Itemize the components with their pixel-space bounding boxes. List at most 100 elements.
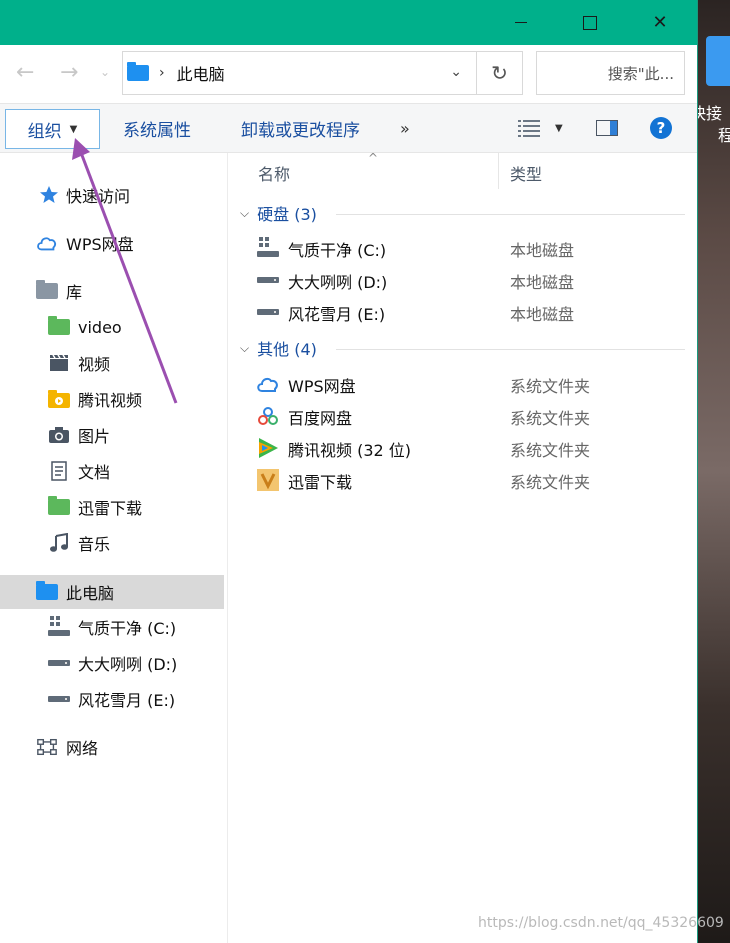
item-type: 本地磁盘 [510,305,575,324]
more-commands-button[interactable]: » [400,104,410,152]
drive-icon [256,268,280,292]
item-type: 本地磁盘 [510,241,575,260]
maximize-icon [583,15,597,30]
item-name: 百度网盘 [288,409,353,428]
organize-button[interactable]: 组织 ▼ [5,109,100,149]
change-view-button[interactable] [518,104,540,152]
chevron-down-icon: ⌵ [240,340,250,355]
nav-this-pc[interactable]: 此电脑 [0,575,224,609]
cloud-icon [256,372,280,396]
system-drive-icon [256,236,280,260]
list-item[interactable]: 腾讯视频 (32 位) 系统文件夹 [256,434,696,462]
caret-down-icon: ▼ [69,123,78,135]
chevron-down-icon[interactable]: ⌄ [450,64,462,80]
nav-library-music[interactable]: 音乐 [0,527,224,559]
item-type: 系统文件夹 [510,409,591,428]
recent-locations-button[interactable]: ⌄ [100,65,110,79]
item-name: 大大咧咧 (D:) [288,273,388,292]
forward-button[interactable]: → [60,60,78,85]
column-header-name[interactable]: 名称 [258,161,290,185]
sort-ascending-icon: ^ [368,151,379,165]
content-pane: ^ 名称 类型 ⌵ 硬盘 (3) 气质干净 (C:) 本地磁盘 大大咧咧 (D:… [228,151,697,943]
document-icon [48,460,70,482]
list-item[interactable]: 大大咧咧 (D:) 本地磁盘 [256,266,696,294]
address-path: 此电脑 [176,65,225,84]
nav-label: WPS网盘 [66,235,134,254]
system-properties-button[interactable]: 系统属性 [123,104,191,152]
group-label: 硬盘 (3) [257,205,317,224]
search-input[interactable]: 搜索"此... [536,51,685,95]
cloud-icon [36,232,58,254]
item-type: 系统文件夹 [510,441,591,460]
nav-library-videos[interactable]: 视频 [0,347,224,379]
nav-drive-c[interactable]: 气质干净 (C:) [0,611,224,643]
folder-icon [48,316,70,338]
close-button[interactable]: ✕ [637,0,683,45]
star-icon [38,184,60,206]
chevron-right-icon[interactable]: › [159,65,165,81]
nav-label: 风花雪月 (E:) [78,691,176,710]
item-type: 系统文件夹 [510,377,591,396]
nav-library-video-folder[interactable]: video [0,311,224,343]
refresh-icon: ↻ [491,61,508,85]
chevron-down-icon: ⌵ [240,205,250,220]
nav-label: 腾讯视频 [78,391,143,410]
refresh-button[interactable]: ↻ [477,51,523,95]
item-type: 本地磁盘 [510,273,575,292]
nav-label: 此电脑 [66,584,115,603]
list-item[interactable]: 风花雪月 (E:) 本地磁盘 [256,298,696,326]
group-header-other[interactable]: ⌵ 其他 (4) [240,336,317,360]
nav-library-tencent-video[interactable]: 腾讯视频 [0,383,224,415]
nav-drive-e[interactable]: 风花雪月 (E:) [0,683,224,715]
thunder-download-icon [256,468,280,492]
folder-icon [127,62,149,81]
item-name: 迅雷下载 [288,473,353,492]
item-name: 腾讯视频 (32 位) [288,441,412,460]
group-header-drives[interactable]: ⌵ 硬盘 (3) [240,201,317,225]
address-bar[interactable]: › 此电脑 ⌄ [122,51,477,95]
uninstall-button[interactable]: 卸载或更改程序 [241,104,360,152]
nav-library-pictures[interactable]: 图片 [0,419,224,451]
drive-icon [48,652,70,674]
list-item[interactable]: 气质干净 (C:) 本地磁盘 [256,234,696,262]
nav-label: 迅雷下载 [78,499,143,518]
this-pc-folder-icon [36,581,58,603]
list-item[interactable]: 百度网盘 系统文件夹 [256,402,696,430]
nav-library-documents[interactable]: 文档 [0,455,224,487]
library-icon [36,280,58,302]
group-divider [336,349,685,350]
column-header-type[interactable]: 类型 [510,161,542,185]
nav-network[interactable]: 网络 [0,731,224,763]
nav-wps-cloud[interactable]: WPS网盘 [0,227,224,259]
network-icon [36,736,58,758]
nav-drive-d[interactable]: 大大咧咧 (D:) [0,647,224,679]
nav-label: 气质干净 (C:) [78,619,177,638]
drive-icon [256,300,280,324]
column-headers: ^ 名称 类型 [228,151,697,193]
desktop-background: 快接 程 [698,0,730,943]
nav-label: 网络 [66,739,99,758]
column-divider[interactable] [498,153,499,189]
camera-icon [48,424,70,446]
nav-library[interactable]: 库 [0,275,224,307]
nav-label: 库 [66,283,83,302]
baidu-netdisk-icon [256,404,280,428]
nav-quick-access[interactable]: 快速访问 [0,179,224,211]
preview-pane-button[interactable] [596,104,618,152]
drive-icon [48,688,70,710]
list-item[interactable]: 迅雷下载 系统文件夹 [256,466,696,494]
nav-label: 图片 [78,427,111,446]
desktop-text: 快接 [698,104,723,123]
desktop-app-icon[interactable] [706,36,730,86]
group-label: 其他 (4) [257,340,317,359]
list-item[interactable]: WPS网盘 系统文件夹 [256,370,696,398]
nav-library-thunder-downloads[interactable]: 迅雷下载 [0,491,224,523]
view-options-dropdown[interactable]: ▼ [555,104,563,152]
minimize-icon [515,22,527,23]
help-button[interactable]: ? [650,104,672,152]
watermark: https://blog.csdn.net/qq_45326609 [478,915,724,931]
item-name: 气质干净 (C:) [288,241,387,260]
minimize-button[interactable] [498,0,544,45]
maximize-button[interactable] [567,0,613,45]
back-button[interactable]: ← [16,60,34,85]
